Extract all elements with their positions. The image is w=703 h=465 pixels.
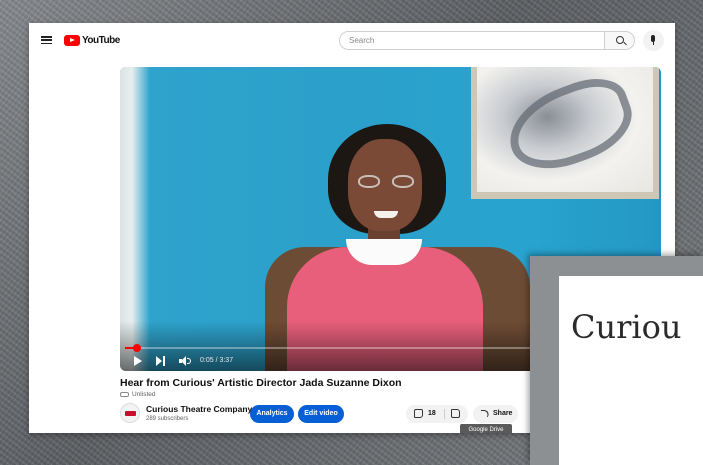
link-icon <box>120 392 129 397</box>
edit-video-button[interactable]: Edit video <box>298 405 344 423</box>
channel-avatar[interactable] <box>120 403 140 423</box>
video-title: Hear from Curious' Artistic Director Jad… <box>120 377 402 389</box>
time-display: 0:05 / 3:37 <box>200 357 234 364</box>
youtube-logo[interactable]: YouTube <box>64 34 120 47</box>
visibility-label: Unlisted <box>132 391 156 398</box>
subscriber-count: 289 subscribers <box>146 416 189 422</box>
like-count: 18 <box>428 410 436 417</box>
share-label: Share <box>493 410 513 417</box>
channel-name[interactable]: Curious Theatre Company <box>146 404 252 414</box>
mic-icon <box>651 35 655 42</box>
analytics-button[interactable]: Analytics <box>250 405 294 423</box>
like-icon[interactable] <box>414 409 423 418</box>
visibility-badge: Unlisted <box>120 391 155 398</box>
volume-icon[interactable] <box>179 356 191 366</box>
voice-search-button[interactable] <box>643 30 664 51</box>
youtube-play-icon <box>64 35 80 46</box>
next-icon[interactable] <box>156 356 166 366</box>
share-icon <box>479 410 490 417</box>
dislike-icon[interactable] <box>451 409 460 418</box>
speaker-smile <box>374 211 398 218</box>
search-button[interactable] <box>604 31 635 50</box>
speaker-glasses <box>358 175 414 189</box>
google-drive-tooltip: Google Drive <box>460 424 512 433</box>
share-button[interactable]: Share <box>473 405 518 423</box>
menu-icon[interactable] <box>41 36 52 44</box>
like-dislike-group: 18 <box>406 405 468 423</box>
masthead: YouTube Search <box>29 23 675 59</box>
overlay-heading: Curiou <box>571 308 682 346</box>
play-icon[interactable] <box>134 356 142 366</box>
overlay-screenshot: Curiou <box>559 276 703 465</box>
divider <box>444 409 445 419</box>
logo-text: YouTube <box>82 35 120 46</box>
wall-painting <box>471 67 659 199</box>
search-input[interactable]: Search <box>339 31 604 50</box>
